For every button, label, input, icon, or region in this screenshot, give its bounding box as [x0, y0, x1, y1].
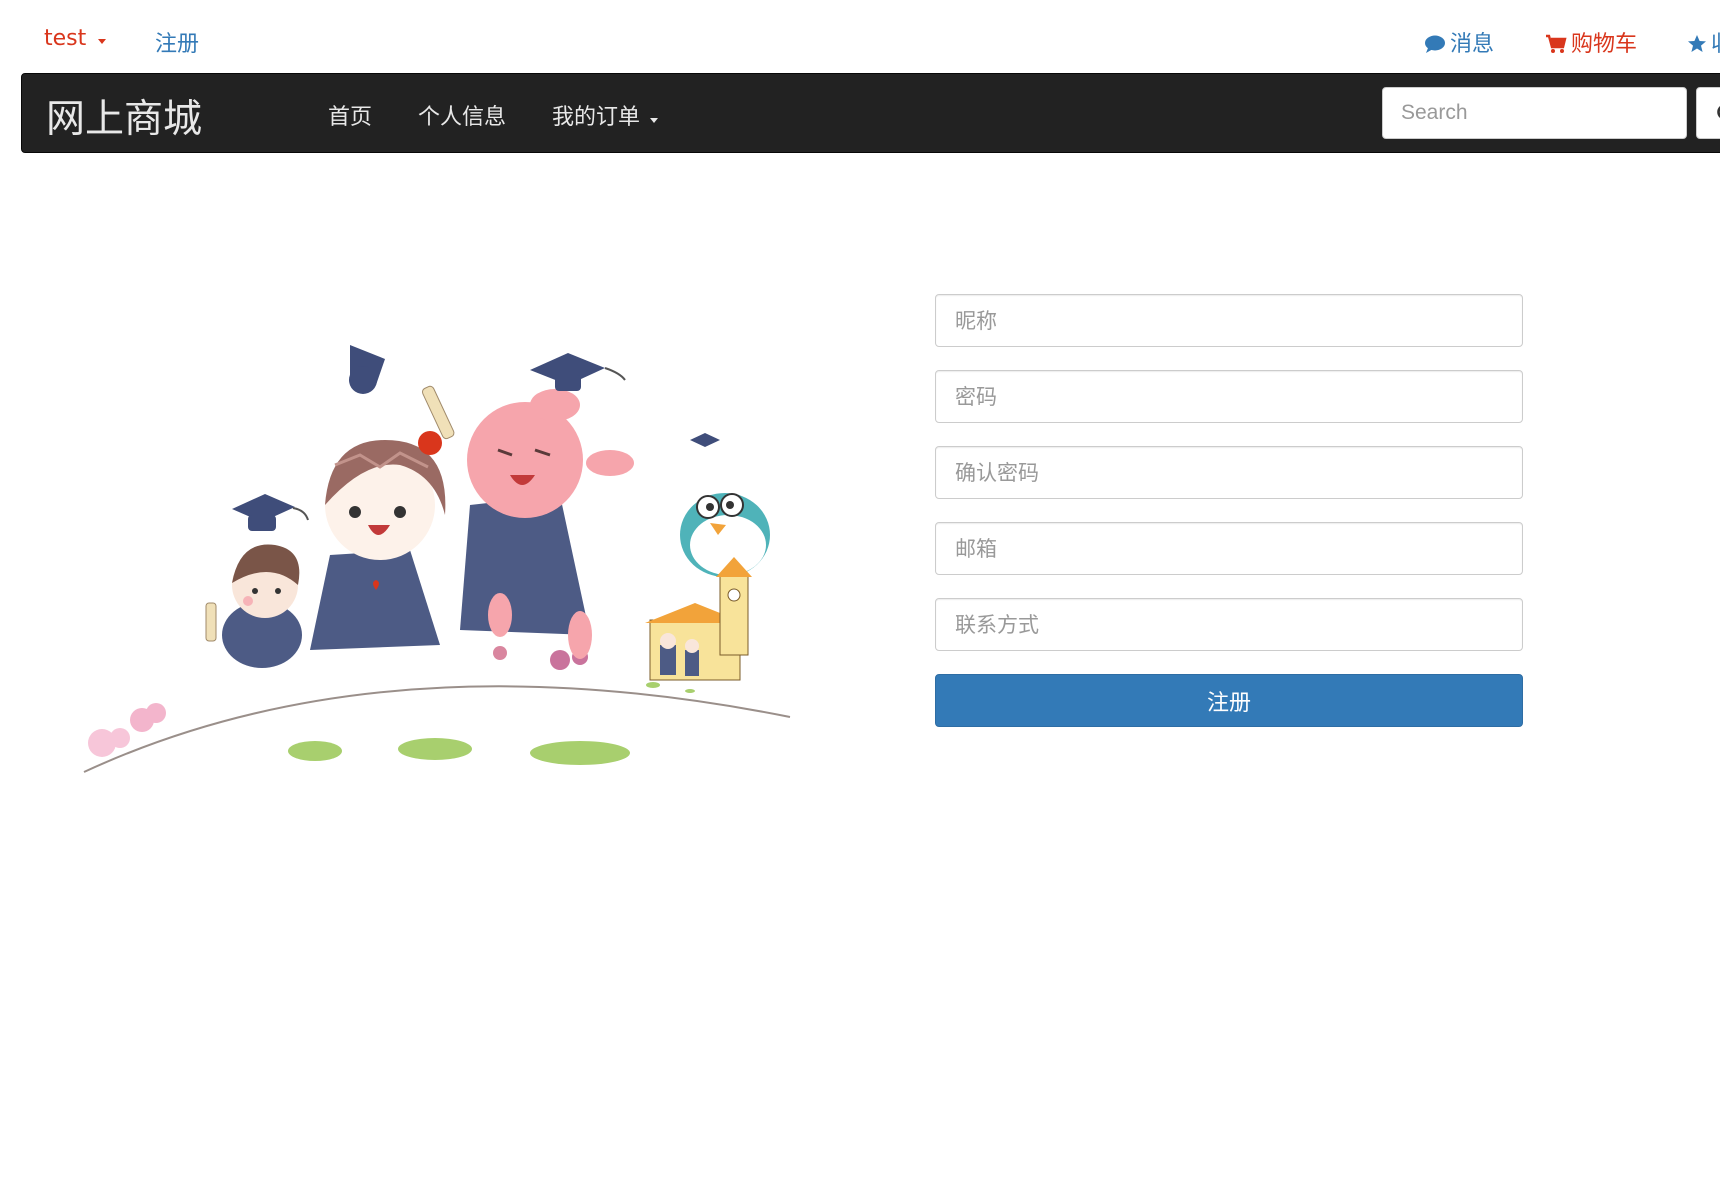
- brand-logo[interactable]: 网上商城: [46, 88, 202, 144]
- nav-orders-label: 我的订单: [552, 105, 641, 130]
- favorites-link[interactable]: 收: [1687, 26, 1720, 58]
- email-field[interactable]: [935, 522, 1523, 575]
- messages-link[interactable]: 消息: [1424, 26, 1494, 58]
- favorites-label: 收: [1711, 32, 1720, 57]
- main-navbar: 网上商城 首页 个人信息 我的订单: [21, 73, 1720, 153]
- graduation-illustration: [80, 345, 800, 775]
- caret-down-icon: [98, 38, 107, 44]
- search-input[interactable]: [1382, 87, 1687, 139]
- star-icon: [1688, 35, 1706, 52]
- user-name: test: [44, 26, 87, 51]
- user-menu[interactable]: test: [44, 26, 107, 51]
- password-field[interactable]: [935, 370, 1523, 423]
- register-form: 注册: [935, 294, 1523, 727]
- cart-link[interactable]: 购物车: [1545, 26, 1637, 58]
- register-submit-button[interactable]: 注册: [935, 674, 1523, 727]
- confirm-password-field[interactable]: [935, 446, 1523, 499]
- nav-profile[interactable]: 个人信息: [418, 99, 506, 131]
- top-bar: test 注册 消息 购物车 收: [0, 0, 1720, 73]
- messages-label: 消息: [1450, 32, 1495, 57]
- nickname-field[interactable]: [935, 294, 1523, 347]
- nav-home[interactable]: 首页: [328, 99, 372, 131]
- cart-icon: [1546, 34, 1567, 53]
- nav-orders-dropdown[interactable]: 我的订单: [552, 99, 659, 131]
- register-link[interactable]: 注册: [155, 26, 199, 58]
- cart-label: 购物车: [1571, 32, 1638, 57]
- caret-down-icon: [650, 117, 659, 123]
- search-icon: [1717, 106, 1720, 118]
- comment-icon: [1425, 35, 1445, 53]
- contact-field[interactable]: [935, 598, 1523, 651]
- search-button[interactable]: [1696, 87, 1720, 139]
